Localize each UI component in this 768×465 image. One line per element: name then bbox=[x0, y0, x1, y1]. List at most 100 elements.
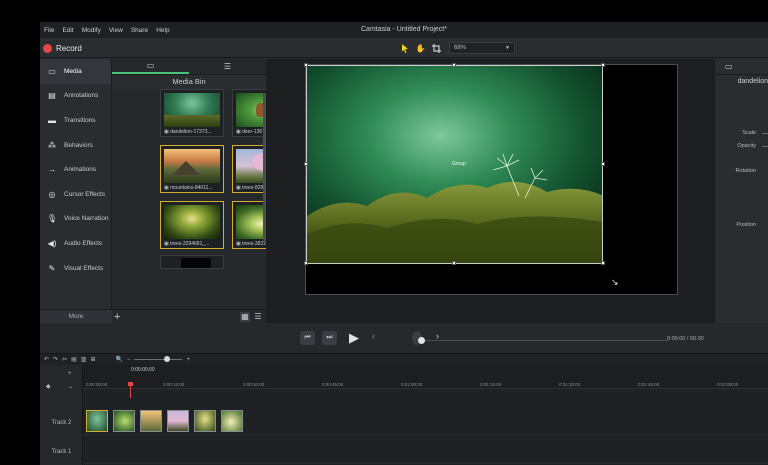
pan-tool-icon[interactable]: ✋ bbox=[414, 42, 427, 54]
previous-marker-button[interactable]: ‹ bbox=[372, 331, 375, 341]
resize-handle[interactable] bbox=[304, 162, 308, 166]
track-1-label[interactable]: Track 1 bbox=[40, 441, 83, 463]
resize-handle[interactable] bbox=[304, 261, 308, 265]
timeline-clip-trees-8285288[interactable] bbox=[167, 410, 189, 432]
image-icon: ▣ bbox=[164, 129, 169, 135]
track-2-label[interactable]: Track 2 bbox=[40, 412, 83, 434]
cursor-effects-icon: ◎ bbox=[48, 189, 56, 199]
canvas-stage[interactable]: Group ↘ bbox=[304, 63, 678, 295]
timeline-ruler[interactable]: 0:00:00;00 0:00:00;00 0:00:15;00 0:00:30… bbox=[83, 365, 768, 398]
timeline-clip-trees-3294681[interactable] bbox=[194, 410, 216, 432]
playback-controls: ⏮ ⏭ ▶ ‹ › 0:00:00 / 00:30 bbox=[266, 323, 768, 353]
step-forward-button[interactable]: ⏭ bbox=[322, 331, 337, 345]
resize-handle[interactable] bbox=[601, 63, 605, 67]
media-item-mountains[interactable]: ▣ mountains-84011... bbox=[160, 145, 224, 193]
timeline-clip-mountains[interactable] bbox=[140, 410, 162, 432]
sidebar-item-animations[interactable]: → Animations bbox=[40, 157, 111, 182]
menu-edit[interactable]: Edit bbox=[58, 27, 77, 34]
sidebar-item-label: Animations bbox=[64, 166, 97, 174]
chevron-down-icon[interactable]: ⌄ bbox=[68, 383, 73, 390]
timeline-zoom-knob[interactable] bbox=[164, 356, 171, 362]
grid-view-icon[interactable]: ▦ bbox=[240, 312, 250, 322]
play-button[interactable]: ▶ bbox=[346, 330, 362, 346]
animations-icon: → bbox=[48, 165, 56, 175]
redo-icon[interactable]: ↷ bbox=[53, 356, 58, 363]
cut-icon[interactable]: ✂ bbox=[62, 356, 67, 363]
sidebar-item-label: Annotations bbox=[64, 92, 99, 100]
resize-handle[interactable] bbox=[601, 162, 605, 166]
step-back-button[interactable]: ⏮ bbox=[300, 331, 315, 345]
add-track-button[interactable]: + bbox=[68, 371, 72, 377]
zoom-select[interactable]: 68% ▼ bbox=[449, 42, 515, 54]
split-icon[interactable]: ⊞ bbox=[90, 356, 95, 363]
track-1[interactable] bbox=[83, 436, 768, 464]
resize-handle[interactable] bbox=[601, 261, 605, 265]
sidebar-item-media[interactable]: ▭ Media bbox=[40, 59, 111, 84]
media-thumbnail bbox=[164, 93, 220, 127]
sidebar-item-audio-effects[interactable]: ◀) Audio Effects bbox=[40, 231, 111, 256]
menu-view[interactable]: View bbox=[105, 27, 127, 34]
sidebar-item-label: Media bbox=[64, 67, 82, 75]
sidebar-item-annotations[interactable]: ▤ Annotations bbox=[40, 84, 111, 109]
timeline-panel: ↶ ↷ ✂ ▤ ▥ ⊞ 🔍 − + + ◆ ⌄ Track 2 Track 1 … bbox=[40, 353, 768, 465]
list-view-icon[interactable]: ☰ bbox=[253, 312, 263, 322]
menu-share[interactable]: Share bbox=[127, 27, 152, 34]
pointer-tool-icon[interactable] bbox=[398, 42, 411, 54]
position-label: Position bbox=[736, 222, 756, 228]
annotations-icon: ▤ bbox=[48, 91, 56, 101]
paste-icon[interactable]: ▥ bbox=[81, 356, 87, 363]
playhead[interactable] bbox=[130, 384, 131, 398]
timeline-toolbar: ↶ ↷ ✂ ▤ ▥ ⊞ 🔍 − + bbox=[40, 354, 768, 365]
zoom-search-icon[interactable]: 🔍 bbox=[115, 356, 122, 363]
menu-modify[interactable]: Modify bbox=[78, 27, 105, 34]
media-item-dandelion[interactable]: ▣ dandelion-17373... bbox=[160, 89, 224, 137]
timeline-clip-deer[interactable] bbox=[113, 410, 135, 432]
playback-scrubber[interactable] bbox=[422, 340, 668, 341]
timeline-zoom-slider[interactable] bbox=[134, 356, 183, 362]
media-item-trees-3294681[interactable]: ▣ trees-3294681_... bbox=[160, 201, 224, 249]
track-headers: + ◆ ⌄ Track 2 Track 1 bbox=[40, 365, 83, 465]
media-icon: ▭ bbox=[146, 61, 155, 70]
zoom-out-button[interactable]: − bbox=[127, 357, 131, 363]
ruler-tick: 0:01:45;00 bbox=[638, 382, 660, 387]
opacity-slider[interactable] bbox=[762, 146, 768, 147]
sidebar-item-label: Transitions bbox=[64, 116, 96, 124]
more-button[interactable]: More bbox=[40, 309, 112, 323]
image-icon: ▣ bbox=[164, 241, 169, 247]
canvas-tools: ✋ bbox=[398, 42, 443, 54]
copy-icon[interactable]: ▤ bbox=[71, 356, 77, 363]
ruler-tick: 0:00:00;00 bbox=[86, 382, 108, 387]
sidebar-item-behaviors[interactable]: ⁂ Behaviors bbox=[40, 133, 111, 158]
menu-help[interactable]: Help bbox=[152, 27, 173, 34]
record-button[interactable]: Record bbox=[43, 42, 82, 54]
timeline-clip-trees-3822919[interactable] bbox=[221, 410, 243, 432]
behaviors-icon: ⁂ bbox=[48, 140, 56, 150]
sidebar-item-visual-effects[interactable]: ✎ Visual Effects bbox=[40, 256, 111, 281]
track-options-icon[interactable]: ◆ bbox=[46, 383, 51, 390]
tools-sidebar: ▭ Media ▤ Annotations ▬ Transitions ⁂ Be… bbox=[40, 59, 112, 323]
tab-properties[interactable]: ▭ bbox=[715, 59, 768, 75]
sidebar-item-label: Voice Narration bbox=[64, 215, 109, 223]
sidebar-item-cursor-effects[interactable]: ◎ Cursor Effects bbox=[40, 182, 111, 207]
scale-slider[interactable] bbox=[762, 133, 768, 134]
crop-tool-icon[interactable] bbox=[430, 42, 443, 54]
sidebar-item-label: Behaviors bbox=[64, 141, 93, 149]
scrubber-knob[interactable] bbox=[418, 337, 425, 344]
tab-library[interactable]: ☰ bbox=[189, 59, 266, 74]
properties-clip-name: dandelion bbox=[737, 78, 768, 85]
selected-media-clip[interactable]: Group bbox=[306, 65, 603, 264]
sidebar-item-voice-narration[interactable]: 🎙 Voice Narration bbox=[40, 207, 111, 232]
track-2[interactable] bbox=[83, 407, 768, 435]
resize-handle[interactable] bbox=[452, 261, 456, 265]
timeline-clip-dandelion[interactable] bbox=[86, 410, 108, 432]
sidebar-item-transitions[interactable]: ▬ Transitions bbox=[40, 108, 111, 133]
resize-handle[interactable] bbox=[304, 63, 308, 67]
tab-media-bin[interactable]: ▭ bbox=[112, 59, 189, 74]
media-item-partial[interactable] bbox=[160, 255, 224, 269]
zoom-in-button[interactable]: + bbox=[186, 357, 190, 363]
add-media-button[interactable]: + bbox=[114, 310, 120, 324]
record-label: Record bbox=[56, 43, 82, 53]
resize-handle[interactable] bbox=[452, 63, 456, 67]
undo-icon[interactable]: ↶ bbox=[44, 356, 49, 363]
menu-file[interactable]: File bbox=[40, 27, 58, 34]
